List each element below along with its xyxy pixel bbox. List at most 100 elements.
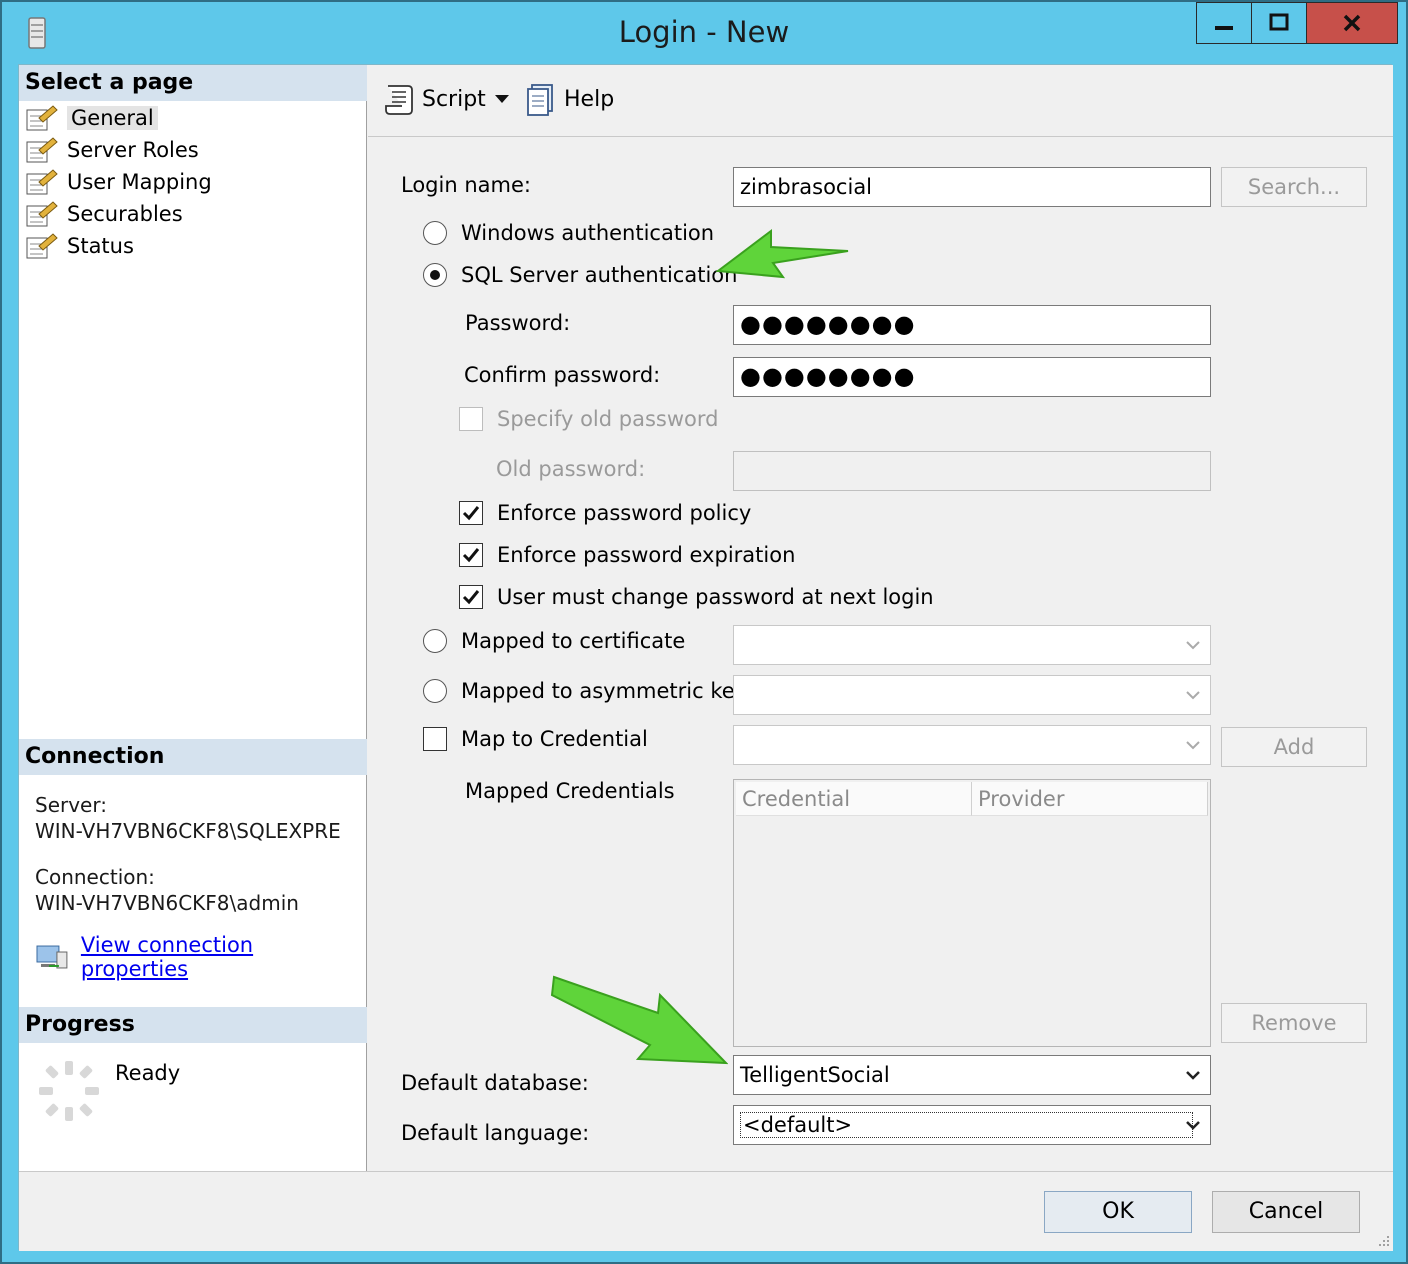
close-button[interactable] xyxy=(1306,2,1398,44)
script-label: Script xyxy=(422,86,486,112)
asymmetric-key-combo[interactable] xyxy=(733,675,1211,715)
default-database-label: Default database: xyxy=(401,1071,589,1095)
enforce-policy-label[interactable]: Enforce password policy xyxy=(497,501,751,525)
chevron-down-icon xyxy=(1186,641,1200,650)
search-button[interactable]: Search... xyxy=(1221,167,1367,207)
green-arrow-icon xyxy=(550,975,728,1065)
connection-properties-icon xyxy=(36,945,68,969)
page-icon xyxy=(26,201,58,227)
mapped-certificate-label[interactable]: Mapped to certificate xyxy=(461,629,685,653)
mapped-certificate-radio[interactable] xyxy=(423,629,447,653)
certificate-combo[interactable] xyxy=(733,625,1211,665)
mapped-asymmetric-radio[interactable] xyxy=(423,679,447,703)
toolbar: Script Help xyxy=(368,65,1393,137)
page-item-user-mapping[interactable]: User Mapping xyxy=(25,167,212,197)
help-icon xyxy=(527,84,553,116)
view-connection-properties[interactable]: View connection properties xyxy=(35,933,366,981)
server-value: WIN-VH7VBN6CKF8\SQLEXPRE xyxy=(35,819,341,843)
chevron-down-icon xyxy=(1186,691,1200,700)
help-label: Help xyxy=(564,86,615,112)
cancel-button[interactable]: Cancel xyxy=(1212,1191,1360,1233)
login-name-label: Login name: xyxy=(401,173,531,197)
checkmark-icon xyxy=(462,590,480,605)
credential-combo[interactable] xyxy=(733,725,1211,765)
windows-auth-label[interactable]: Windows authentication xyxy=(461,221,714,245)
chevron-down-icon xyxy=(1186,741,1200,750)
specify-old-password-checkbox[interactable] xyxy=(459,407,483,431)
page-item-label: Status xyxy=(67,234,134,258)
default-language-combo[interactable]: <default> xyxy=(733,1105,1211,1145)
connection-header: Connection xyxy=(19,739,367,775)
progress-spinner-icon xyxy=(39,1061,99,1121)
sql-auth-radio[interactable] xyxy=(423,263,447,287)
green-arrow-icon xyxy=(715,228,849,279)
page-item-label: Securables xyxy=(67,202,183,226)
connection-value: WIN-VH7VBN6CKF8\admin xyxy=(35,891,299,915)
page-item-label: Server Roles xyxy=(67,138,199,162)
default-database-value: TelligentSocial xyxy=(740,1063,890,1087)
page-item-label: General xyxy=(67,106,158,130)
chevron-down-icon xyxy=(1186,1071,1200,1080)
page-item-status[interactable]: Status xyxy=(25,231,134,261)
default-language-label: Default language: xyxy=(401,1121,590,1145)
add-button[interactable]: Add xyxy=(1221,727,1367,767)
confirm-password-label: Confirm password: xyxy=(464,363,661,387)
mapped-asymmetric-label[interactable]: Mapped to asymmetric key xyxy=(461,679,747,703)
old-password-label: Old password: xyxy=(496,457,646,481)
enforce-expiration-label[interactable]: Enforce password expiration xyxy=(497,543,795,567)
must-change-checkbox[interactable] xyxy=(459,585,483,609)
progress-status: Ready xyxy=(115,1061,181,1085)
grid-header-credential[interactable]: Credential xyxy=(736,782,972,816)
enforce-policy-checkbox[interactable] xyxy=(459,501,483,525)
page-icon xyxy=(26,233,58,259)
page-item-general[interactable]: General xyxy=(25,103,158,133)
dialog-footer: OK Cancel xyxy=(19,1171,1393,1251)
default-language-value: <default> xyxy=(740,1112,1194,1138)
script-dropdown-button[interactable] xyxy=(494,81,510,117)
page-item-label: User Mapping xyxy=(67,170,212,194)
remove-button[interactable]: Remove xyxy=(1221,1003,1367,1043)
mapped-credentials-label: Mapped Credentials xyxy=(465,779,675,803)
select-page-header: Select a page xyxy=(19,65,367,101)
must-change-label[interactable]: User must change password at next login xyxy=(497,585,934,609)
checkmark-icon xyxy=(462,506,480,521)
minimize-button[interactable] xyxy=(1196,2,1252,44)
chevron-down-icon xyxy=(495,95,509,103)
page-icon xyxy=(26,105,58,131)
enforce-expiration-checkbox[interactable] xyxy=(459,543,483,567)
map-credential-checkbox[interactable] xyxy=(423,727,447,751)
title-bar[interactable]: Login - New xyxy=(2,2,1406,64)
page-item-server-roles[interactable]: Server Roles xyxy=(25,135,199,165)
sql-auth-label[interactable]: SQL Server authentication xyxy=(461,263,737,287)
connection-label: Connection: xyxy=(35,865,155,889)
password-input[interactable]: ●●●●●●●● xyxy=(733,305,1211,345)
close-icon xyxy=(1343,14,1361,32)
minimize-icon xyxy=(1215,26,1233,30)
login-name-input[interactable]: zimbrasocial xyxy=(733,167,1211,207)
page-icon xyxy=(26,137,58,163)
mapped-credentials-grid[interactable]: Credential Provider xyxy=(733,779,1211,1047)
help-button[interactable]: Help xyxy=(524,81,614,117)
page-item-securables[interactable]: Securables xyxy=(25,199,183,229)
right-pane: Script Help Login name: zimbrasocial Sea… xyxy=(368,65,1393,1171)
script-icon xyxy=(385,85,413,115)
grid-header-provider[interactable]: Provider xyxy=(972,782,1208,816)
resize-grip-icon[interactable] xyxy=(1375,1232,1391,1248)
map-credential-label[interactable]: Map to Credential xyxy=(461,727,648,751)
windows-auth-radio[interactable] xyxy=(423,221,447,245)
left-pane: Select a page General Server Roles User … xyxy=(19,65,367,1171)
dialog-client: Select a page General Server Roles User … xyxy=(18,64,1393,1251)
dialog-window: Login - New Select a page General Server… xyxy=(0,0,1408,1264)
specify-old-password-label: Specify old password xyxy=(497,407,719,431)
confirm-password-input[interactable]: ●●●●●●●● xyxy=(733,357,1211,397)
password-label: Password: xyxy=(465,311,571,335)
view-connection-link[interactable]: View connection properties xyxy=(81,933,366,981)
script-button[interactable]: Script xyxy=(382,81,486,117)
server-label: Server: xyxy=(35,793,107,817)
old-password-input[interactable] xyxy=(733,451,1211,491)
maximize-button[interactable] xyxy=(1251,2,1307,44)
maximize-icon xyxy=(1269,13,1289,31)
progress-header: Progress xyxy=(19,1007,367,1043)
default-database-combo[interactable]: TelligentSocial xyxy=(733,1055,1211,1095)
ok-button[interactable]: OK xyxy=(1044,1191,1192,1233)
